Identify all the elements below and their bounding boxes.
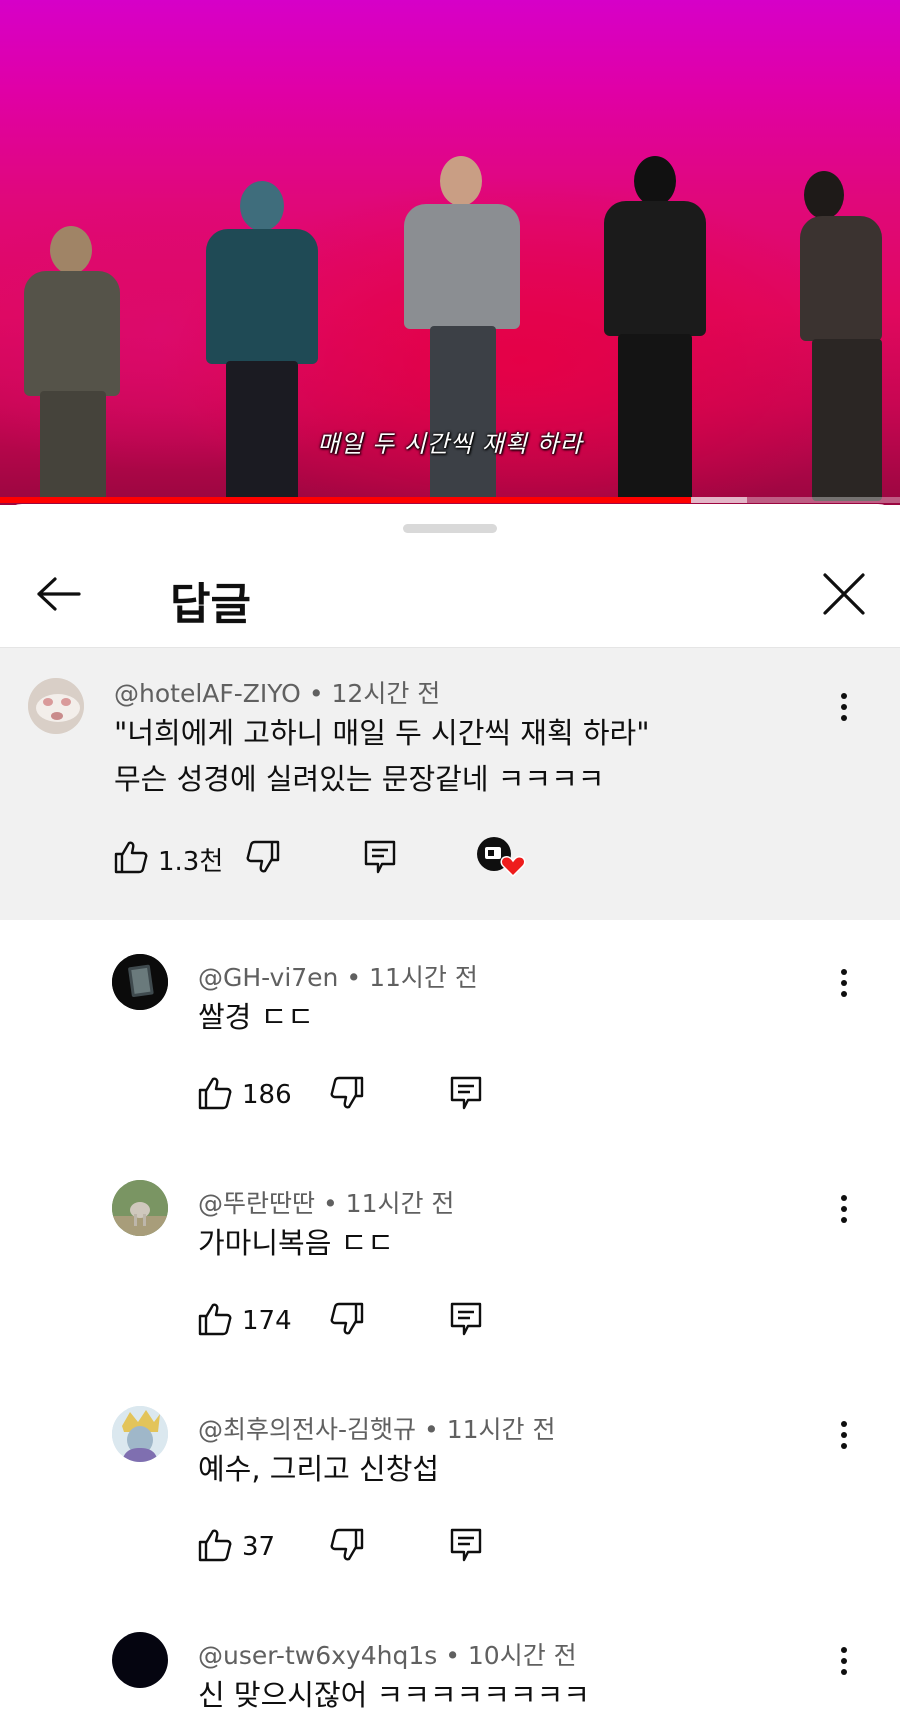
reply-comment: @뚜란딴딴 • 11시간 전 가마니복음 ㄷㄷ 174	[0, 1146, 900, 1372]
thumb-down-icon	[330, 1528, 364, 1566]
comment-time: 10시간 전	[467, 1641, 577, 1670]
like-button[interactable]: 186	[198, 1070, 292, 1120]
close-button[interactable]	[814, 566, 874, 626]
thumb-up-icon	[198, 1302, 232, 1340]
page-title: 답글	[170, 579, 251, 630]
reply-button[interactable]	[364, 834, 396, 884]
comment-author[interactable]: @user-tw6xy4hq1s	[198, 1641, 437, 1670]
more-vert-icon	[841, 1193, 847, 1226]
comment-meta: @뚜란딴딴 • 11시간 전	[198, 1184, 454, 1220]
like-button[interactable]: 37	[198, 1522, 275, 1572]
drag-handle[interactable]	[403, 524, 497, 533]
video-player[interactable]: 매일 두 시간씩 재획 하라	[0, 0, 900, 505]
meta-separator: •	[423, 1415, 439, 1444]
like-button[interactable]: 1.3천	[114, 834, 223, 884]
reply-button[interactable]	[450, 1522, 482, 1572]
more-vert-icon	[841, 1419, 847, 1452]
comment-text: "너희에게 고하니 매일 두 시간씩 재획 하라" 무슨 성경에 실려있는 문장…	[114, 710, 650, 802]
avatar[interactable]	[28, 678, 84, 734]
comment-reply-icon	[450, 1528, 482, 1566]
comment-text-line: 무슨 성경에 실려있는 문장같네 ㅋㅋㅋㅋ	[114, 762, 605, 796]
thumb-down-icon	[246, 840, 280, 878]
more-options-button[interactable]	[824, 1184, 864, 1234]
like-count: 174	[242, 1306, 292, 1336]
video-subtitle: 매일 두 시간씩 재획 하라	[317, 430, 583, 458]
comment-text: 예수, 그리고 신창섭	[198, 1452, 440, 1486]
thumb-down-icon	[330, 1302, 364, 1340]
comment-author[interactable]: @최후의전사-김햇규	[198, 1415, 416, 1444]
more-vert-icon	[841, 1645, 847, 1678]
more-vert-icon	[841, 967, 847, 1000]
dislike-button[interactable]	[330, 1296, 364, 1346]
parent-comment: @hotelAF-ZIYO • 12시간 전 "너희에게 고하니 매일 두 시간…	[0, 648, 900, 920]
arrow-left-icon	[35, 576, 81, 616]
thumb-up-icon	[114, 840, 148, 878]
comment-reply-icon	[450, 1076, 482, 1114]
comment-text: 쌀경 ㄷㄷ	[198, 1000, 314, 1034]
comment-author[interactable]: @뚜란딴딴	[198, 1189, 315, 1218]
comment-author[interactable]: @GH-vi7en	[198, 963, 338, 992]
reply-button[interactable]	[450, 1296, 482, 1346]
comment-meta: @hotelAF-ZIYO • 12시간 전	[114, 674, 440, 710]
comment-meta: @GH-vi7en • 11시간 전	[198, 958, 478, 994]
close-icon	[823, 573, 865, 619]
comment-actions: 1.3천	[114, 834, 534, 884]
like-count: 37	[242, 1532, 276, 1562]
comment-text-line: "너희에게 고하니 매일 두 시간씩 재획 하라"	[114, 716, 650, 750]
more-options-button[interactable]	[824, 682, 864, 732]
meta-separator: •	[346, 963, 362, 992]
comment-reply-icon	[450, 1302, 482, 1340]
meta-separator: •	[322, 1189, 338, 1218]
comment-time: 11시간 전	[345, 1189, 455, 1218]
video-progress-fill	[0, 497, 692, 503]
like-count: 186	[242, 1080, 292, 1110]
back-button[interactable]	[28, 566, 88, 626]
dislike-button[interactable]	[246, 834, 280, 884]
meta-separator: •	[308, 679, 324, 708]
dislike-button[interactable]	[330, 1070, 364, 1120]
more-options-button[interactable]	[824, 1410, 864, 1460]
thumb-down-icon	[330, 1076, 364, 1114]
like-button[interactable]: 174	[198, 1296, 292, 1346]
comment-text: 가마니복음 ㄷㄷ	[198, 1226, 394, 1260]
dislike-button[interactable]	[330, 1522, 364, 1572]
more-options-button[interactable]	[824, 1636, 864, 1686]
reply-button[interactable]	[450, 1070, 482, 1120]
comment-time: 11시간 전	[446, 1415, 556, 1444]
avatar[interactable]	[112, 1632, 168, 1688]
more-vert-icon	[841, 691, 847, 724]
reply-comment: @최후의전사-김햇규 • 11시간 전 예수, 그리고 신창섭 37	[0, 1372, 900, 1598]
avatar[interactable]	[112, 954, 168, 1010]
thumb-up-icon	[198, 1528, 232, 1566]
comment-author[interactable]: @hotelAF-ZIYO	[114, 679, 301, 708]
comment-time: 11시간 전	[369, 963, 478, 992]
creator-heart-icon	[476, 836, 526, 882]
comment-meta: @user-tw6xy4hq1s • 10시간 전	[198, 1636, 577, 1672]
comment-actions: 186	[198, 1070, 498, 1120]
creator-heart	[476, 834, 526, 884]
comment-meta: @최후의전사-김햇규 • 11시간 전	[198, 1410, 555, 1446]
comment-text: 신 맞으시잖어 ㅋㅋㅋㅋㅋㅋㅋㅋ	[198, 1678, 590, 1712]
like-count: 1.3천	[158, 846, 224, 877]
comment-actions: 174	[198, 1296, 498, 1346]
video-figure	[20, 226, 125, 501]
reply-comment: @user-tw6xy4hq1s • 10시간 전 신 맞으시잖어 ㅋㅋㅋㅋㅋㅋ…	[0, 1598, 900, 1719]
comment-actions: 37	[198, 1522, 498, 1572]
reply-comment: @GH-vi7en • 11시간 전 쌀경 ㄷㄷ 186	[0, 920, 900, 1146]
replies-sheet: 답글 @hotelAF-ZIYO • 12시간 전 "너희에게 고하니 매일 두…	[0, 504, 900, 1719]
more-options-button[interactable]	[824, 958, 864, 1008]
meta-separator: •	[445, 1641, 460, 1670]
video-progress-bar[interactable]	[0, 497, 900, 503]
comment-time: 12시간 전	[331, 679, 441, 708]
sheet-header: 답글	[0, 540, 900, 648]
avatar[interactable]	[112, 1180, 168, 1236]
thumb-up-icon	[198, 1076, 232, 1114]
avatar[interactable]	[112, 1406, 168, 1462]
comment-reply-icon	[364, 840, 396, 878]
